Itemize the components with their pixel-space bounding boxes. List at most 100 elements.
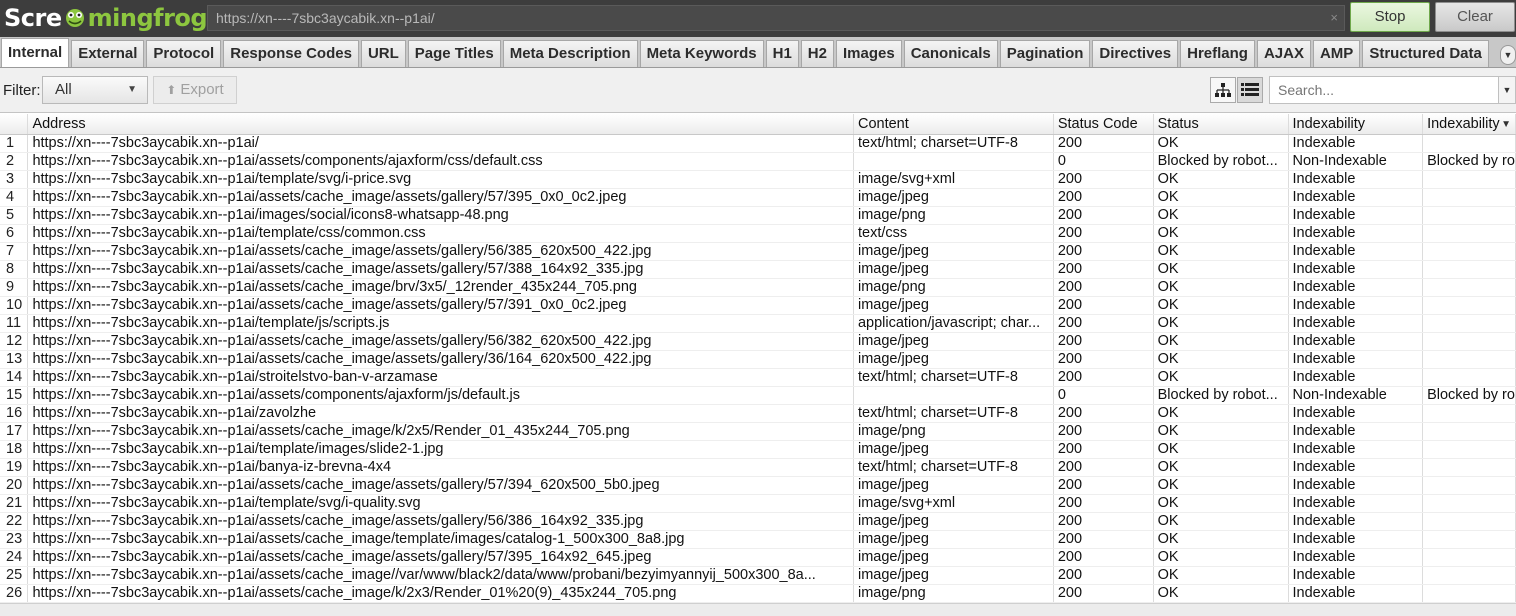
tab-url[interactable]: URL [360,40,406,67]
cell-content: text/html; charset=UTF-8 [853,404,1054,423]
tab-internal[interactable]: Internal [1,38,70,67]
cell-status: OK [1153,242,1289,261]
export-button[interactable]: ⬆ Export [153,76,237,104]
table-row[interactable]: 7 https://xn----7sbc3aycabik.xn--p1ai/ass… [0,242,1516,261]
table-row[interactable]: 23 https://xn----7sbc3aycabik.xn--p1ai/as… [0,530,1516,549]
cell-indexability-status [1422,332,1516,351]
table-row[interactable]: 21 https://xn----7sbc3aycabik.xn--p1ai/te… [0,494,1516,513]
cell-indexability: Indexable [1288,242,1424,261]
table-row[interactable]: 15 https://xn----7sbc3aycabik.xn--p1ai/as… [0,386,1516,405]
clear-url-icon[interactable]: × [1330,6,1338,30]
table-row[interactable]: 6 https://xn----7sbc3aycabik.xn--p1ai/tem… [0,224,1516,243]
cell-content: text/css [853,224,1054,243]
tab-amp[interactable]: AMP [1312,40,1361,67]
table-row[interactable]: 2 https://xn----7sbc3aycabik.xn--p1ai/ass… [0,152,1516,171]
logo-text-part1: Scre [4,4,62,32]
cell-indexability: Indexable [1288,440,1424,459]
cell-indexability-status [1422,350,1516,369]
cell-status-code: 200 [1053,188,1154,207]
filter-select[interactable]: All ▼ [42,76,148,104]
cell-indexability: Indexable [1288,278,1424,297]
tab-h1[interactable]: H1 [765,40,799,67]
table-row[interactable]: 9 https://xn----7sbc3aycabik.xn--p1ai/ass… [0,278,1516,297]
cell-content: image/png [853,206,1054,225]
cell-row-number: 22 [0,512,29,531]
table-row[interactable]: 13 https://xn----7sbc3aycabik.xn--p1ai/as… [0,350,1516,369]
stop-button[interactable]: Stop [1350,2,1430,32]
tab-hreflang[interactable]: Hreflang [1180,40,1255,67]
tabs-overflow-chevron-down-icon[interactable]: ▼ [1500,45,1516,65]
table-row[interactable]: 11 https://xn----7sbc3aycabik.xn--p1ai/te… [0,314,1516,333]
table-row[interactable]: 4 https://xn----7sbc3aycabik.xn--p1ai/ass… [0,188,1516,207]
cell-content: image/jpeg [853,440,1054,459]
column-header-status[interactable]: Status [1153,114,1289,135]
column-header-indexability[interactable]: Indexability [1288,114,1424,135]
cell-status: OK [1153,170,1289,189]
cell-status: OK [1153,440,1289,459]
cell-status: Blocked by robot... [1153,152,1289,171]
table-row[interactable]: 26 https://xn----7sbc3aycabik.xn--p1ai/as… [0,584,1516,603]
cell-status-code: 200 [1053,566,1154,585]
tab-directives[interactable]: Directives [1092,40,1179,67]
table-row[interactable]: 19 https://xn----7sbc3aycabik.xn--p1ai/ba… [0,458,1516,477]
cell-row-number: 13 [0,350,29,369]
column-header-row-number[interactable] [0,114,29,135]
search-input[interactable] [1269,76,1499,104]
filter-selected-value: All [55,81,72,98]
url-input[interactable]: https://xn----7sbc3aycabik.xn--p1ai/ × [207,5,1345,31]
cell-indexability: Indexable [1288,134,1424,153]
column-menu-chevron-down-icon[interactable]: ▼ [1501,116,1511,133]
column-header-address[interactable]: Address [27,114,854,135]
horizontal-scrollbar[interactable] [0,603,1516,616]
table-row[interactable]: 1 https://xn----7sbc3aycabik.xn--p1ai/tex… [0,134,1516,153]
tree-view-button[interactable] [1210,77,1236,103]
table-row[interactable]: 16 https://xn----7sbc3aycabik.xn--p1ai/za… [0,404,1516,423]
cell-status: OK [1153,188,1289,207]
table-row[interactable]: 14 https://xn----7sbc3aycabik.xn--p1ai/st… [0,368,1516,387]
list-view-button[interactable] [1237,77,1263,103]
tab-structured-data[interactable]: Structured Data [1362,40,1489,67]
table-row[interactable]: 12 https://xn----7sbc3aycabik.xn--p1ai/as… [0,332,1516,351]
table-row[interactable]: 25 https://xn----7sbc3aycabik.xn--p1ai/as… [0,566,1516,585]
tab-h2[interactable]: H2 [800,40,834,67]
search-options-chevron-down-icon[interactable]: ▼ [1499,76,1516,104]
column-header-content[interactable]: Content [853,114,1054,135]
cell-indexability: Indexable [1288,206,1424,225]
table-row[interactable]: 24 https://xn----7sbc3aycabik.xn--p1ai/as… [0,548,1516,567]
tab-meta-description[interactable]: Meta Description [502,40,638,67]
cell-address: https://xn----7sbc3aycabik.xn--p1ai/asse… [27,278,854,297]
table-row[interactable]: 17 https://xn----7sbc3aycabik.xn--p1ai/as… [0,422,1516,441]
table-row[interactable]: 10 https://xn----7sbc3aycabik.xn--p1ai/as… [0,296,1516,315]
tab-external[interactable]: External [71,40,145,67]
table-row[interactable]: 22 https://xn----7sbc3aycabik.xn--p1ai/as… [0,512,1516,531]
table-row[interactable]: 8 https://xn----7sbc3aycabik.xn--p1ai/ass… [0,260,1516,279]
cell-status-code: 200 [1053,242,1154,261]
column-header-status-code[interactable]: Status Code [1053,114,1154,135]
cell-address: https://xn----7sbc3aycabik.xn--p1ai/temp… [27,494,854,513]
cell-content: image/jpeg [853,350,1054,369]
table-row[interactable]: 3 https://xn----7sbc3aycabik.xn--p1ai/tem… [0,170,1516,189]
tab-canonicals[interactable]: Canonicals [903,40,998,67]
cell-address: https://xn----7sbc3aycabik.xn--p1ai/stro… [27,368,854,387]
tab-pagination[interactable]: Pagination [999,40,1091,67]
cell-indexability-status [1422,170,1516,189]
tab-protocol[interactable]: Protocol [146,40,222,67]
cell-content: application/javascript; char... [853,314,1054,333]
cell-status-code: 200 [1053,368,1154,387]
tab-images[interactable]: Images [835,40,902,67]
tab-page-titles[interactable]: Page Titles [407,40,501,67]
tab-meta-keywords[interactable]: Meta Keywords [639,40,764,67]
cell-row-number: 4 [0,188,29,207]
cell-status: OK [1153,584,1289,603]
table-row[interactable]: 20 https://xn----7sbc3aycabik.xn--p1ai/as… [0,476,1516,495]
tab-response-codes[interactable]: Response Codes [223,40,359,67]
table-row[interactable]: 18 https://xn----7sbc3aycabik.xn--p1ai/te… [0,440,1516,459]
cell-address: https://xn----7sbc3aycabik.xn--p1ai/asse… [27,584,854,603]
cell-address: https://xn----7sbc3aycabik.xn--p1ai/temp… [27,314,854,333]
cell-row-number: 9 [0,278,29,297]
clear-button[interactable]: Clear [1435,2,1515,32]
column-header-indexability-status[interactable]: Indexability ▼ [1422,114,1516,135]
cell-row-number: 3 [0,170,29,189]
tab-ajax[interactable]: AJAX [1256,40,1311,67]
table-row[interactable]: 5 https://xn----7sbc3aycabik.xn--p1ai/ima… [0,206,1516,225]
